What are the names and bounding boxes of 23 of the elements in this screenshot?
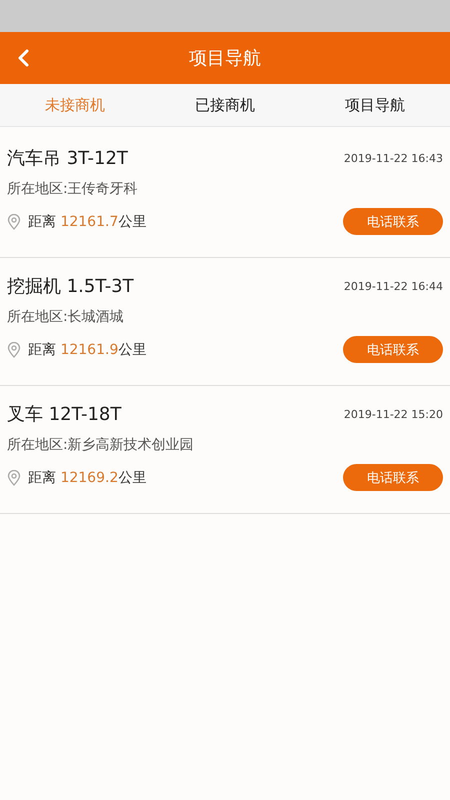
timestamp: 2019-11-22 15:20 — [344, 408, 443, 420]
tab[interactable]: 项目导航 — [300, 84, 450, 126]
timestamp: 2019-11-22 16:43 — [344, 152, 443, 164]
region-text: 所在地区:新乡高新技术创业园 — [7, 436, 195, 454]
timestamp: 2019-11-22 16:44 — [344, 280, 443, 292]
page-title: 项目导航 — [189, 47, 261, 70]
item-title: 叉车 12T-18T — [7, 403, 122, 426]
location-pin-icon — [7, 470, 21, 486]
location-pin-icon — [7, 214, 21, 230]
back-icon[interactable] — [17, 49, 29, 67]
region-text: 所在地区:长城酒城 — [7, 308, 125, 326]
tab[interactable]: 已接商机 — [150, 84, 300, 126]
location-pin-icon — [7, 342, 21, 358]
call-button[interactable]: 电话联系 — [343, 208, 443, 235]
tab[interactable]: 未接商机 — [0, 84, 150, 126]
distance-text: 距离 12161.9公里 — [28, 340, 146, 358]
region-text: 所在地区:王传奇牙科 — [7, 180, 139, 198]
call-button[interactable]: 电话联系 — [343, 464, 443, 491]
item-title: 汽车吊 3T-12T — [7, 147, 128, 170]
item-title: 挖掘机 1.5T-3T — [7, 275, 134, 298]
distance-text: 距离 12169.2公里 — [28, 468, 146, 486]
call-button[interactable]: 电话联系 — [343, 336, 443, 363]
distance-text: 距离 12161.7公里 — [28, 212, 146, 230]
